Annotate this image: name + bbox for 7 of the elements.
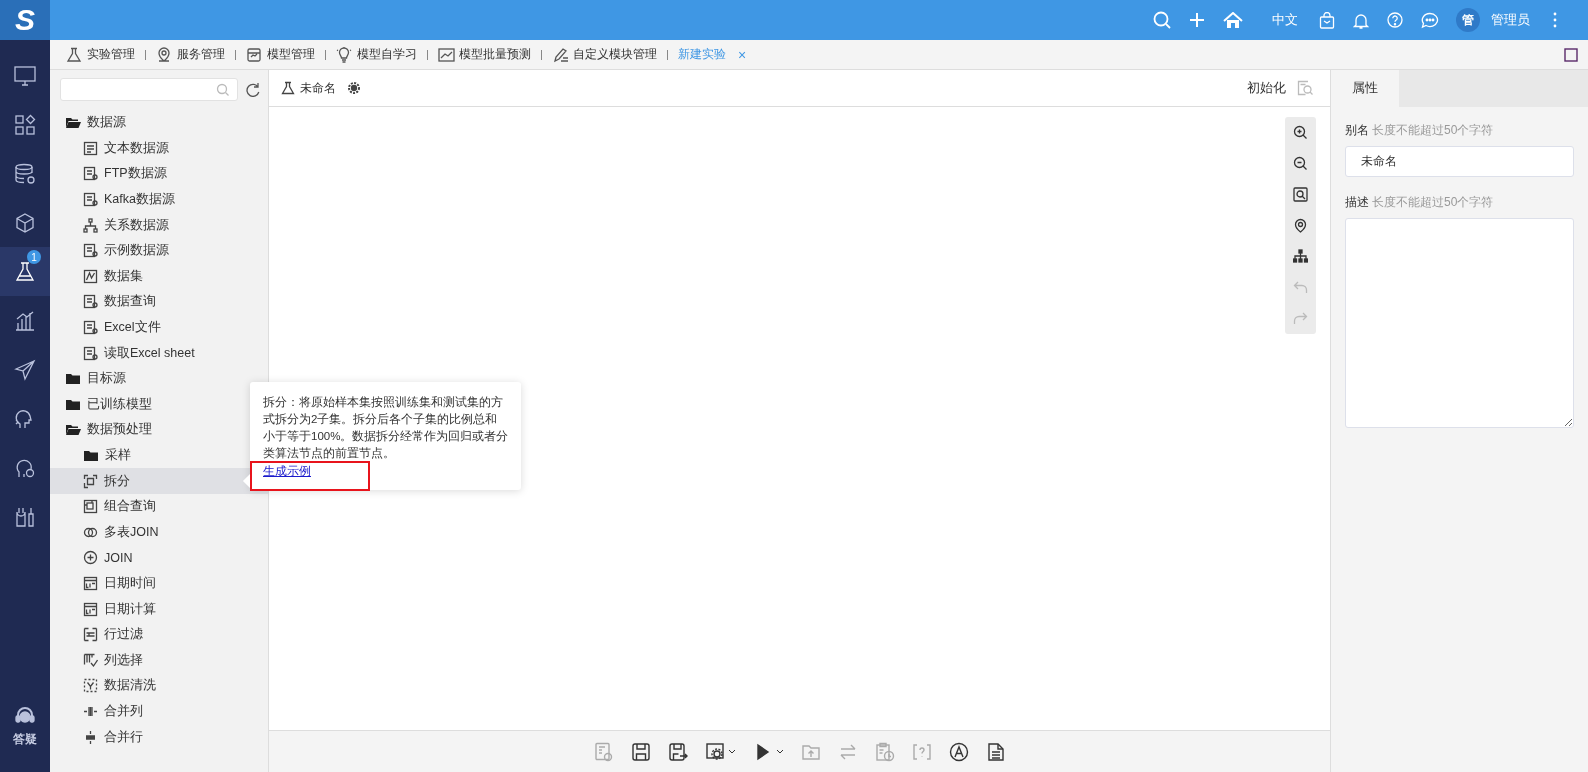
field-label: 描述: [1345, 194, 1369, 211]
field-label: 别名: [1345, 122, 1369, 139]
experiment-title: 未命名: [300, 79, 336, 97]
tooltip-text: 拆分：将原始样本集按照训练集和测试集的方式拆分为2子集。拆分后各个子集的比例总和小于等于100%。数据拆分经常作为回归或者分类算法节点的前置节点。: [263, 395, 509, 461]
field-hint: 长度不能超过50个字符: [1372, 122, 1494, 139]
count-badge: 1: [27, 250, 41, 264]
field-hint: 长度不能超过50个字符: [1372, 194, 1494, 211]
